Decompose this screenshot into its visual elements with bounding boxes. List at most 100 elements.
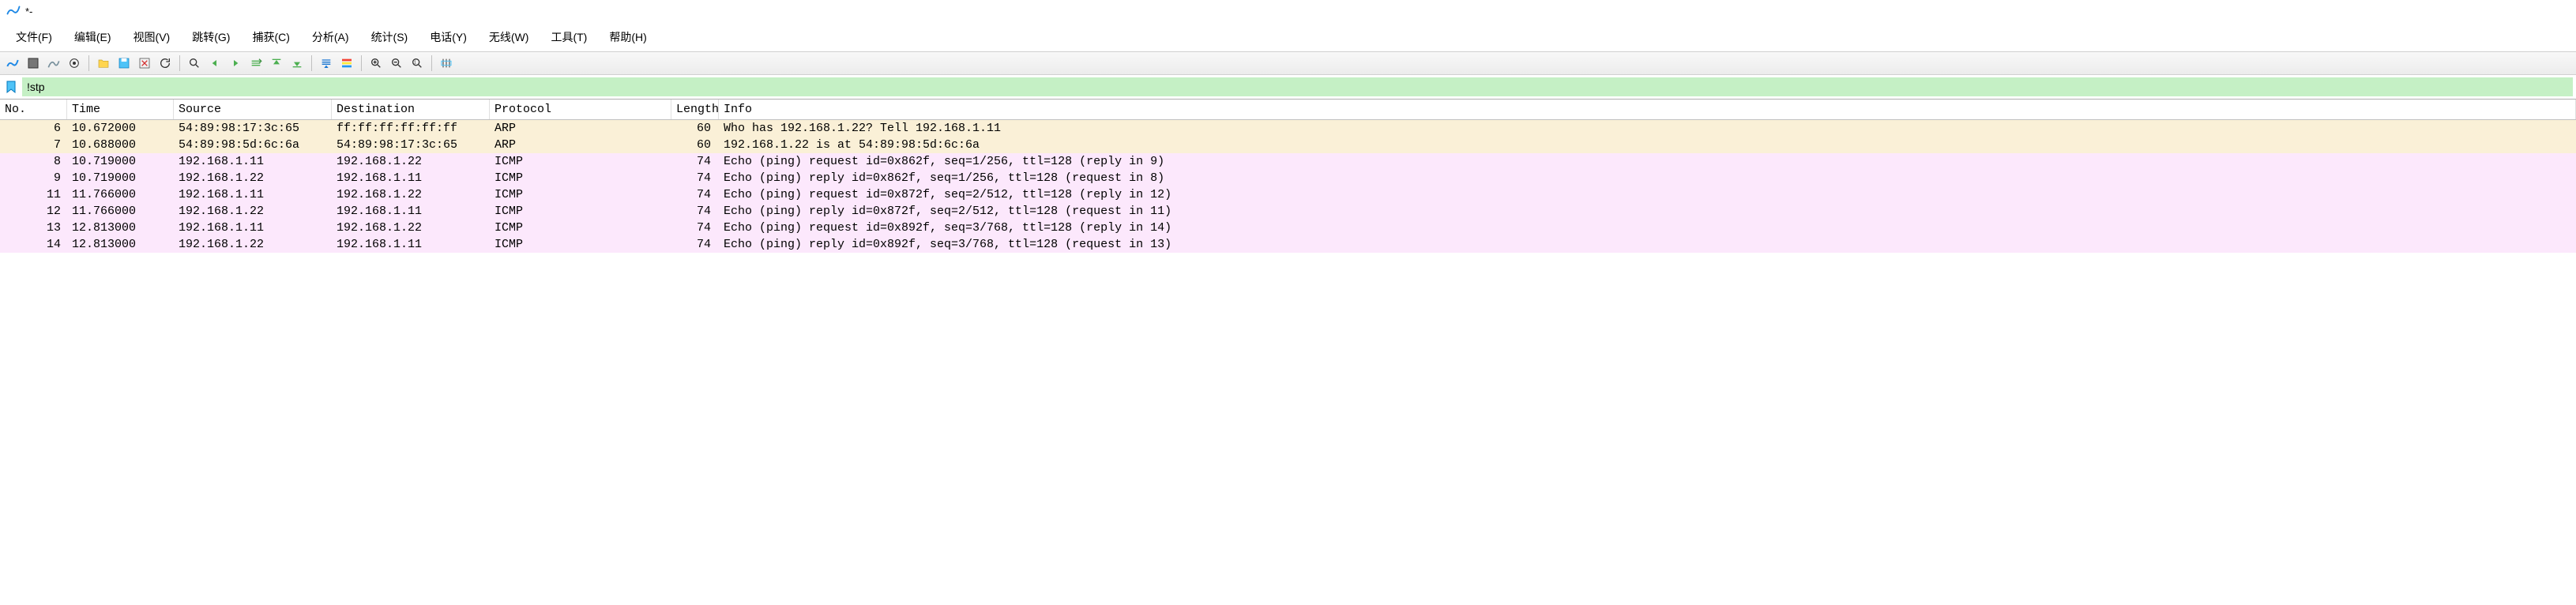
- table-row[interactable]: 1211.766000192.168.1.22192.168.1.11ICMP7…: [0, 203, 2576, 220]
- col-header-no[interactable]: No.: [0, 100, 67, 119]
- cell-info: Echo (ping) request id=0x892f, seq=3/768…: [719, 220, 2576, 236]
- toolbar: 1: [0, 51, 2576, 75]
- cell-no: 12: [0, 203, 67, 220]
- separator: [88, 55, 89, 71]
- go-first-icon[interactable]: [267, 54, 286, 73]
- menu-item-4[interactable]: 捕获(C): [241, 26, 300, 48]
- cell-time: 10.719000: [67, 153, 174, 170]
- menu-item-8[interactable]: 无线(W): [478, 26, 540, 48]
- go-back-icon[interactable]: [205, 54, 224, 73]
- cell-proto: ICMP: [490, 203, 671, 220]
- cell-time: 12.813000: [67, 236, 174, 253]
- go-to-packet-icon[interactable]: [246, 54, 265, 73]
- find-icon[interactable]: [185, 54, 204, 73]
- cell-no: 13: [0, 220, 67, 236]
- cell-dest: 192.168.1.11: [332, 236, 490, 253]
- save-file-icon[interactable]: [115, 54, 134, 73]
- separator: [179, 55, 180, 71]
- zoom-reset-icon[interactable]: 1: [408, 54, 427, 73]
- cell-source: 54:89:98:5d:6c:6a: [174, 137, 332, 153]
- cell-time: 11.766000: [67, 203, 174, 220]
- go-forward-icon[interactable]: [226, 54, 245, 73]
- col-header-time[interactable]: Time: [67, 100, 174, 119]
- capture-restart-icon[interactable]: [44, 54, 63, 73]
- cell-dest: 192.168.1.22: [332, 153, 490, 170]
- col-header-info[interactable]: Info: [719, 100, 2576, 119]
- cell-proto: ICMP: [490, 220, 671, 236]
- capture-start-icon[interactable]: [3, 54, 22, 73]
- cell-no: 9: [0, 170, 67, 186]
- packet-list[interactable]: No. Time Source Destination Protocol Len…: [0, 100, 2576, 253]
- col-header-len[interactable]: Length: [671, 100, 719, 119]
- cell-source: 192.168.1.11: [174, 186, 332, 203]
- cell-proto: ICMP: [490, 236, 671, 253]
- cell-source: 192.168.1.11: [174, 153, 332, 170]
- cell-len: 60: [671, 120, 719, 137]
- cell-dest: 192.168.1.11: [332, 203, 490, 220]
- menu-bar: 文件(F)编辑(E)视图(V)跳转(G)捕获(C)分析(A)统计(S)电话(Y)…: [0, 23, 2576, 51]
- cell-source: 192.168.1.22: [174, 203, 332, 220]
- menu-item-0[interactable]: 文件(F): [5, 26, 63, 48]
- cell-len: 74: [671, 203, 719, 220]
- menu-item-10[interactable]: 帮助(H): [598, 26, 657, 48]
- table-row[interactable]: 810.719000192.168.1.11192.168.1.22ICMP74…: [0, 153, 2576, 170]
- capture-stop-icon[interactable]: [24, 54, 43, 73]
- cell-time: 11.766000: [67, 186, 174, 203]
- cell-info: Echo (ping) reply id=0x862f, seq=1/256, …: [719, 170, 2576, 186]
- cell-source: 192.168.1.22: [174, 236, 332, 253]
- cell-source: 192.168.1.11: [174, 220, 332, 236]
- cell-source: 54:89:98:17:3c:65: [174, 120, 332, 137]
- cell-source: 192.168.1.22: [174, 170, 332, 186]
- resize-columns-icon[interactable]: [437, 54, 456, 73]
- cell-no: 14: [0, 236, 67, 253]
- menu-item-5[interactable]: 分析(A): [301, 26, 360, 48]
- menu-item-9[interactable]: 工具(T): [540, 26, 598, 48]
- col-header-proto[interactable]: Protocol: [490, 100, 671, 119]
- separator: [361, 55, 362, 71]
- filter-bookmark-icon[interactable]: [3, 79, 19, 95]
- separator: [431, 55, 432, 71]
- menu-item-2[interactable]: 视图(V): [122, 26, 182, 48]
- cell-info: Who has 192.168.1.22? Tell 192.168.1.11: [719, 120, 2576, 137]
- table-row[interactable]: 1412.813000192.168.1.22192.168.1.11ICMP7…: [0, 236, 2576, 253]
- reload-icon[interactable]: [156, 54, 175, 73]
- cell-dest: 192.168.1.22: [332, 220, 490, 236]
- menu-item-3[interactable]: 跳转(G): [181, 26, 241, 48]
- col-header-source[interactable]: Source: [174, 100, 332, 119]
- colorize-icon[interactable]: [337, 54, 356, 73]
- cell-no: 8: [0, 153, 67, 170]
- cell-time: 10.672000: [67, 120, 174, 137]
- cell-dest: 192.168.1.22: [332, 186, 490, 203]
- go-last-icon[interactable]: [288, 54, 306, 73]
- capture-options-icon[interactable]: [65, 54, 84, 73]
- table-row[interactable]: 1111.766000192.168.1.11192.168.1.22ICMP7…: [0, 186, 2576, 203]
- col-header-dest[interactable]: Destination: [332, 100, 490, 119]
- auto-scroll-icon[interactable]: [317, 54, 336, 73]
- close-file-icon[interactable]: [135, 54, 154, 73]
- table-row[interactable]: 910.719000192.168.1.22192.168.1.11ICMP74…: [0, 170, 2576, 186]
- display-filter-input[interactable]: [22, 77, 2573, 96]
- table-row[interactable]: 610.67200054:89:98:17:3c:65ff:ff:ff:ff:f…: [0, 120, 2576, 137]
- cell-len: 74: [671, 153, 719, 170]
- table-row[interactable]: 1312.813000192.168.1.11192.168.1.22ICMP7…: [0, 220, 2576, 236]
- display-filter-bar: [0, 75, 2576, 100]
- table-row[interactable]: 710.68800054:89:98:5d:6c:6a54:89:98:17:3…: [0, 137, 2576, 153]
- cell-no: 7: [0, 137, 67, 153]
- packet-list-header[interactable]: No. Time Source Destination Protocol Len…: [0, 100, 2576, 120]
- app-icon: [6, 3, 21, 20]
- cell-len: 74: [671, 220, 719, 236]
- open-file-icon[interactable]: [94, 54, 113, 73]
- cell-len: 74: [671, 236, 719, 253]
- cell-dest: 192.168.1.11: [332, 170, 490, 186]
- menu-item-1[interactable]: 编辑(E): [63, 26, 122, 48]
- cell-dest: ff:ff:ff:ff:ff:ff: [332, 120, 490, 137]
- cell-time: 10.688000: [67, 137, 174, 153]
- cell-proto: ICMP: [490, 170, 671, 186]
- menu-item-7[interactable]: 电话(Y): [419, 26, 478, 48]
- cell-proto: ICMP: [490, 153, 671, 170]
- cell-info: Echo (ping) request id=0x872f, seq=2/512…: [719, 186, 2576, 203]
- cell-info: Echo (ping) request id=0x862f, seq=1/256…: [719, 153, 2576, 170]
- menu-item-6[interactable]: 统计(S): [360, 26, 419, 48]
- zoom-in-icon[interactable]: [367, 54, 385, 73]
- zoom-out-icon[interactable]: [387, 54, 406, 73]
